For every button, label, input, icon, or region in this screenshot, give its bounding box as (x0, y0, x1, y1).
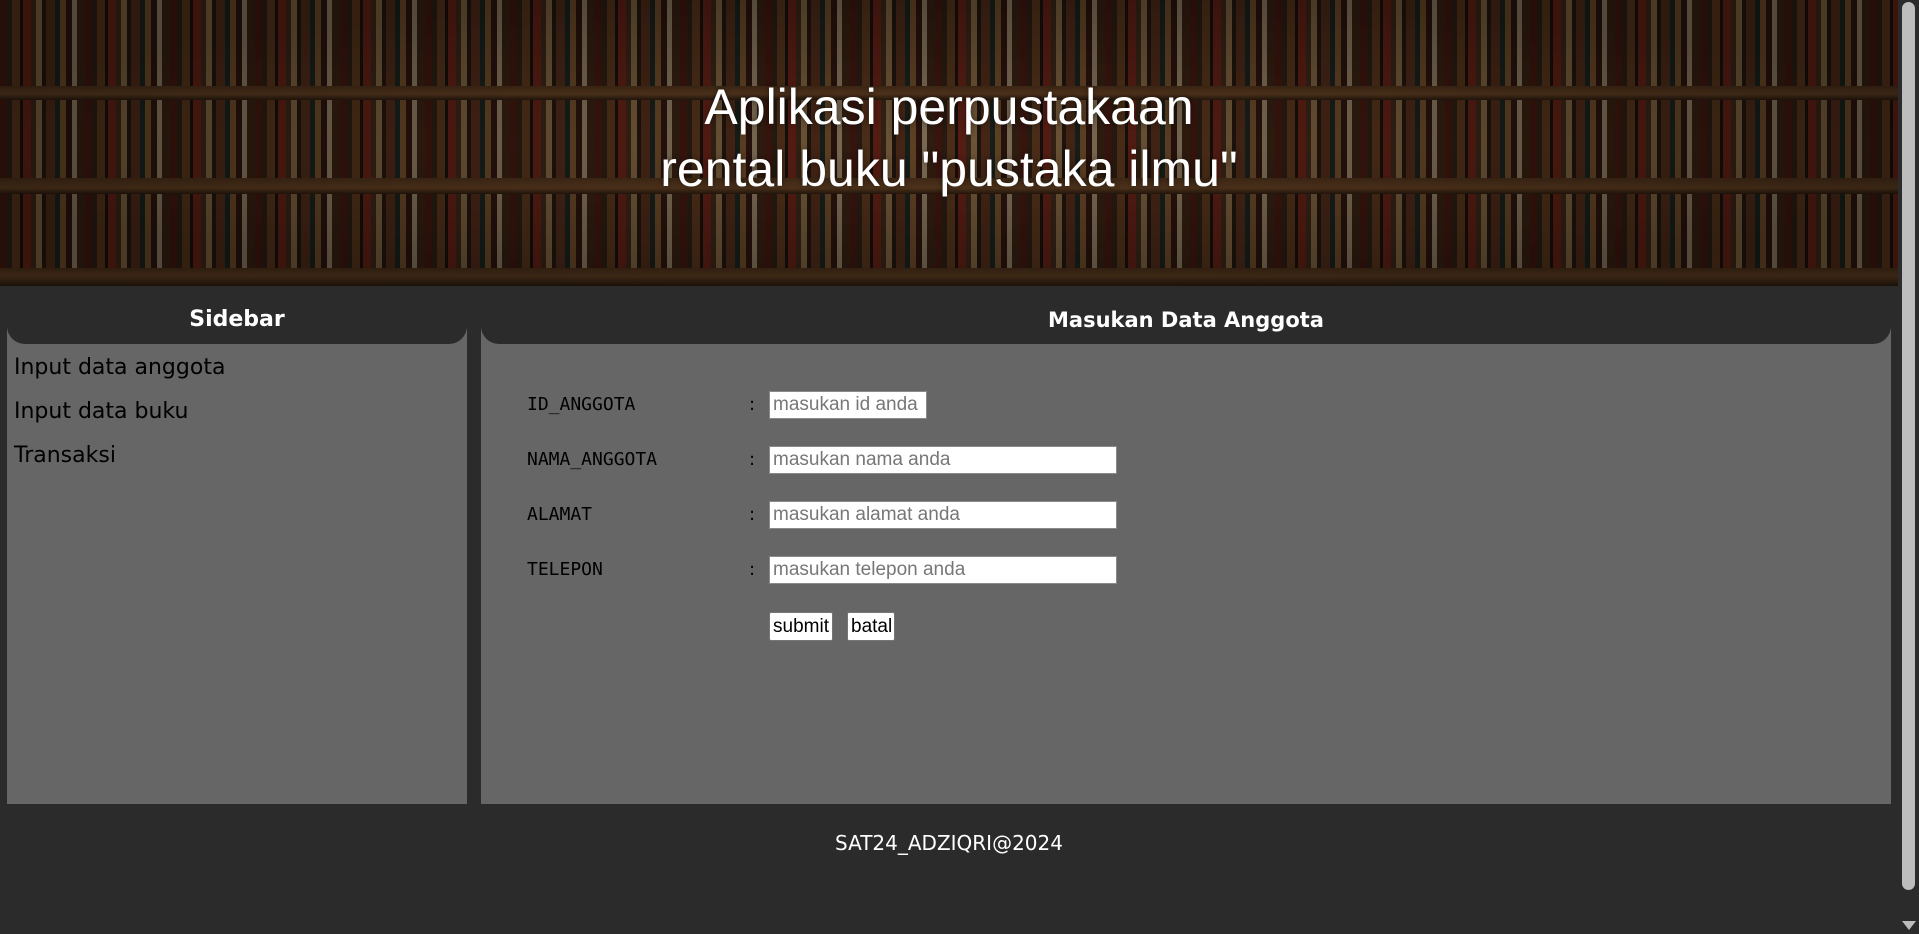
page-scrollbar[interactable] (1898, 0, 1919, 934)
sidebar-item-input-data-buku[interactable]: Input data buku (7, 390, 467, 434)
submit-button[interactable]: submit (769, 612, 833, 641)
telepon-input[interactable] (769, 556, 1117, 584)
page-title-line-1: Aplikasi perpustakaan (704, 79, 1194, 135)
sidebar-title: Sidebar (7, 286, 467, 344)
sidebar-item-transaksi[interactable]: Transaksi (7, 434, 467, 478)
id-anggota-separator: : (749, 394, 756, 415)
scrollbar-thumb[interactable] (1902, 2, 1915, 890)
alamat-label: ALAMAT (527, 504, 593, 525)
nama-anggota-input[interactable] (769, 446, 1117, 474)
page-title-line-2: rental buku "pustaka ilmu" (660, 141, 1238, 197)
sidebar-item-input-data-anggota[interactable]: Input data anggota (7, 346, 467, 390)
alamat-input[interactable] (769, 501, 1117, 529)
footer-copyright: SAT24_ADZIQRI@2024 (835, 831, 1063, 855)
main-content: Masukan Data Anggota ID_ANGGOTA : NAMA_A… (481, 286, 1891, 804)
id-anggota-label: ID_ANGGOTA (527, 394, 636, 415)
page-title: Aplikasi perpustakaan rental buku "pusta… (0, 76, 1898, 200)
header-banner: Aplikasi perpustakaan rental buku "pusta… (0, 0, 1898, 286)
nama-anggota-label: NAMA_ANGGOTA (527, 449, 658, 470)
alamat-separator: : (749, 504, 756, 525)
scroll-down-arrow-icon[interactable] (1902, 921, 1916, 930)
cancel-button[interactable]: batal (847, 612, 895, 641)
sidebar: Sidebar Input data anggota Input data bu… (7, 286, 467, 804)
sidebar-menu: Input data anggota Input data buku Trans… (7, 344, 467, 478)
footer: SAT24_ADZIQRI@2024 (0, 804, 1898, 934)
main-title: Masukan Data Anggota (481, 286, 1891, 344)
telepon-separator: : (749, 559, 756, 580)
id-anggota-input[interactable] (769, 391, 927, 419)
nama-anggota-separator: : (749, 449, 756, 470)
telepon-label: TELEPON (527, 559, 603, 580)
page: Aplikasi perpustakaan rental buku "pusta… (0, 0, 1919, 934)
